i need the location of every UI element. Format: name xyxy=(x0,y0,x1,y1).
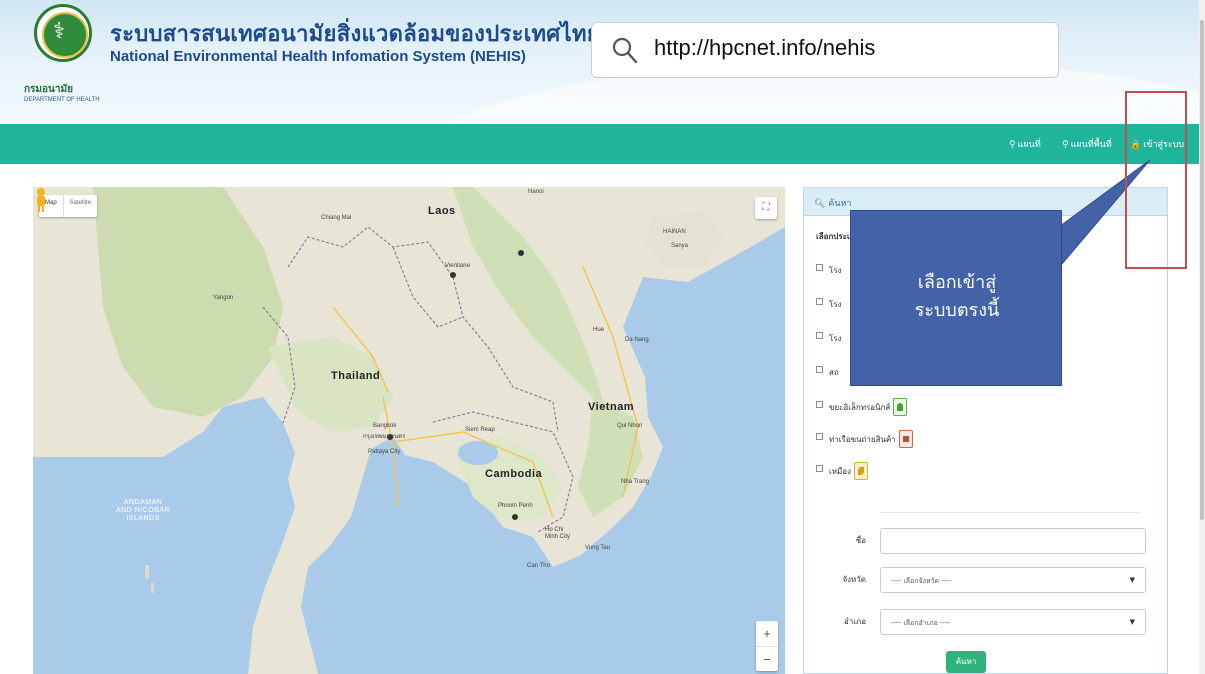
name-label: ชื่อ xyxy=(855,536,866,545)
checkbox-label: สถ xyxy=(829,368,839,377)
nav-map-label: แผนที่ xyxy=(1017,140,1041,150)
caduceus-icon: ⚕ xyxy=(53,19,65,44)
map-label-hue: Hue xyxy=(593,327,605,333)
map-label-vung-tau: Vung Tau xyxy=(585,545,611,551)
district-select-value: ---- เลือกอำเภอ ---- xyxy=(891,619,951,627)
url-text: http://hpcnet.info/nehis xyxy=(654,35,876,60)
checkbox-row[interactable]: โรง xyxy=(816,332,842,345)
map-label-hanoi: Hanoi xyxy=(528,189,544,195)
checkbox-label: ขยะอิเล็กทรอนิกส์ xyxy=(829,402,891,412)
map-label-bangkok-th: กรุงเทพมหานคร xyxy=(363,434,406,440)
map-label-vientiane: Vientiane xyxy=(445,263,470,269)
checkbox-row-mine[interactable]: เหมือง xyxy=(816,462,868,480)
annotation-line-1: เลือกเข้าสู่ xyxy=(917,272,997,293)
cargo-port-marker-icon xyxy=(898,430,913,448)
nav-area-map-label: แผนที่พื้นที่ xyxy=(1070,140,1112,150)
district-label: อำเภอ xyxy=(843,617,866,626)
search-panel-title: ค้นหา xyxy=(828,199,852,209)
e-waste-marker-icon xyxy=(893,398,908,416)
map-label-yangon: Yangon xyxy=(213,295,234,301)
checkbox-row-e-waste[interactable]: ขยะอิเล็กทรอนิกส์ xyxy=(816,398,908,416)
province-select[interactable]: ---- เลือกจังหวัด ---- ▼ xyxy=(880,567,1146,593)
map-label-siem-reap: Siem Reap xyxy=(465,427,495,433)
url-search-box[interactable]: http://hpcnet.info/nehis xyxy=(591,22,1059,78)
map-label-can-tho: Can Tho xyxy=(527,563,550,569)
nav-area-map[interactable]: ⚲ แผนที่พื้นที่ xyxy=(1062,137,1112,151)
logo-caption: กรมอนามัย DEPARTMENT OF HEALTH xyxy=(24,82,134,103)
google-map[interactable]: Map Satellite ⛶ + − Laos Thailand Cambod… xyxy=(33,187,785,674)
annotation-line-2: ระบบตรงนี้ xyxy=(914,300,1000,321)
zoom-control: + − xyxy=(756,621,778,671)
map-label-bangkok: Bangkok xyxy=(373,423,397,429)
chevron-down-icon: ▼ xyxy=(1129,618,1135,626)
mine-marker-icon xyxy=(854,462,868,480)
map-label-thailand: Thailand xyxy=(331,370,381,382)
site-header: ⚕ กรมอนามัย DEPARTMENT OF HEALTH ระบบสาร… xyxy=(0,0,1205,124)
checkbox[interactable] xyxy=(816,298,823,305)
search-icon xyxy=(612,37,638,64)
logo-caption-en: DEPARTMENT OF HEALTH xyxy=(24,97,100,103)
map-label-hainan: HAINAN xyxy=(663,229,686,235)
checkbox[interactable] xyxy=(816,464,823,472)
map-label-phnom-penh: Phnom Penh xyxy=(498,503,533,509)
chevron-down-icon: ▼ xyxy=(1129,576,1135,584)
map-label-chiang-mai: Chiang Mai xyxy=(321,215,352,221)
map-label-sanya: Sanya xyxy=(671,243,689,249)
checkbox-row[interactable]: สถ xyxy=(816,366,839,379)
map-label-andaman: ANDAMAN AND NICOBAR ISLANDS xyxy=(116,499,171,522)
checkbox[interactable] xyxy=(816,400,823,408)
department-of-health-logo-icon[interactable]: ⚕ xyxy=(34,4,92,62)
map-type-satellite-button[interactable]: Satellite xyxy=(62,195,97,217)
checkbox[interactable] xyxy=(816,332,823,339)
zoom-out-button[interactable]: − xyxy=(756,646,778,671)
map-pin-icon: ⚲ xyxy=(1062,140,1069,150)
site-title-thai: ระบบสารสนเทศอนามัยสิ่งแวดล้อมของประเทศไท… xyxy=(110,22,600,47)
login-highlight-box xyxy=(1125,91,1187,269)
province-label: จังหวัด xyxy=(842,575,866,584)
checkbox-label: ท่าเรือขนถ่ายสินค้า xyxy=(829,434,896,444)
checkbox-label: โรง xyxy=(829,266,842,275)
province-select-value: ---- เลือกจังหวัด ---- xyxy=(891,577,952,585)
checkbox-row[interactable]: โรง xyxy=(816,264,842,277)
annotation-callout: เลือกเข้าสู่ ระบบตรงนี้ xyxy=(850,210,1062,386)
map-label-da-nang: Da Nang xyxy=(625,337,649,343)
map-label-pattaya: Pattaya City xyxy=(368,449,401,455)
search-button[interactable]: ค้นหา xyxy=(946,651,986,673)
map-terrain xyxy=(33,187,785,674)
checkbox-label: เหมือง xyxy=(829,466,851,476)
top-navbar: ⚲ แผนที่ ⚲ แผนที่พื้นที่ 🔒 เข้าสู่ระบบ xyxy=(0,124,1200,164)
scrollbar-thumb[interactable] xyxy=(1200,20,1204,520)
form-divider xyxy=(880,512,1140,513)
checkbox-row[interactable]: โรง xyxy=(816,298,842,311)
map-pin-icon: ⚲ xyxy=(1009,140,1016,150)
district-select[interactable]: ---- เลือกอำเภอ ---- ▼ xyxy=(880,609,1146,635)
search-icon: 🔍︎ xyxy=(814,199,826,209)
site-title-english: National Environmental Health Infomation… xyxy=(110,48,526,65)
map-label-cambodia: Cambodia xyxy=(485,468,543,480)
zoom-in-button[interactable]: + xyxy=(756,621,778,646)
checkbox[interactable] xyxy=(816,366,823,373)
map-label-vietnam: Vietnam xyxy=(588,401,635,413)
pegman-icon[interactable] xyxy=(33,187,49,213)
nav-map[interactable]: ⚲ แผนที่ xyxy=(1009,137,1041,151)
map-label-nha-trang: Nha Trang xyxy=(621,479,650,485)
checkbox[interactable] xyxy=(816,432,823,440)
fullscreen-button[interactable]: ⛶ xyxy=(755,197,777,219)
checkbox[interactable] xyxy=(816,264,823,271)
logo-caption-th: กรมอนามัย xyxy=(24,84,73,95)
checkbox-label: โรง xyxy=(829,334,842,343)
map-label-laos: Laos xyxy=(428,205,456,217)
checkbox-row-cargo-port[interactable]: ท่าเรือขนถ่ายสินค้า xyxy=(816,430,913,448)
name-input[interactable] xyxy=(880,528,1146,554)
map-label-ho-chi-minh: Ho Chi Minh City xyxy=(545,527,571,540)
map-label-qui-nhon: Qui Nhon xyxy=(617,423,643,429)
checkbox-label: โรง xyxy=(829,300,842,309)
fullscreen-icon: ⛶ xyxy=(762,202,770,213)
annotation-text: เลือกเข้าสู่ ระบบตรงนี้ xyxy=(851,269,1063,325)
